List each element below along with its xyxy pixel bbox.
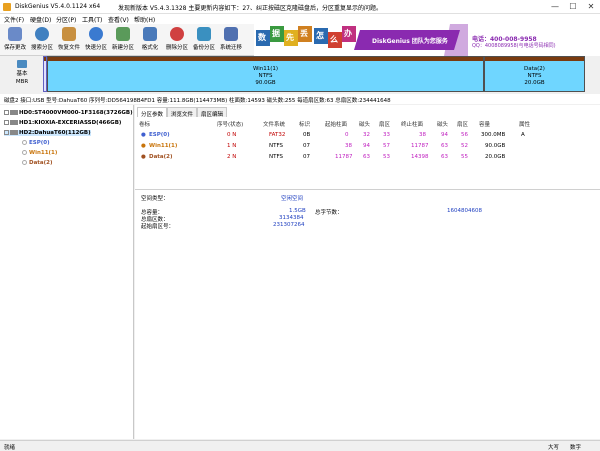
new-partition-icon [116, 27, 130, 41]
collapse-icon[interactable] [4, 130, 9, 135]
table-row[interactable]: ● Win11(1) 1 N NTFS 07 38 94 57 11787 63… [139, 142, 597, 151]
menu-partition[interactable]: 分区(P) [56, 15, 76, 24]
num-indicator: 数字 [570, 445, 582, 451]
new-partition-button[interactable]: 新建分区 [110, 26, 136, 54]
banner-qq: QQ：4008089958(与电话号码相同) [472, 43, 556, 49]
table-row[interactable]: ● ESP(0) 0 N FAT32 0B 0 32 33 38 94 56 3… [139, 131, 597, 140]
banner-char-2: 据 [272, 29, 280, 38]
caps-indicator: 大写 [548, 445, 560, 451]
tab-partition-params[interactable]: 分区参数 [137, 107, 168, 118]
update-notice[interactable]: 发现新版本 V5.4.3.1328 主要更新内容如下：27、纠正按磁区克隆磁盘后… [118, 3, 382, 12]
table-row[interactable]: ● Data(2) 2 N NTFS 07 11787 63 53 14398 … [139, 153, 597, 162]
partition-bar-data[interactable]: Data(2) NTFS 20.0GB [484, 56, 585, 92]
maximize-button[interactable]: ☐ [564, 0, 582, 14]
table-header: 卷标 序号(状态) 文件系统 标识 起始柱面 磁头 扇区 终止柱面 磁头 扇区 … [139, 122, 531, 128]
quick-partition-button[interactable]: 快速分区 [83, 26, 109, 54]
status-text: 就绪 [4, 445, 16, 451]
tree-item-win11[interactable]: Win11(1) [22, 150, 57, 156]
banner-char-4: 丢 [300, 29, 308, 38]
banner-char-1: 数 [258, 33, 266, 42]
tree-item-data[interactable]: Data(2) [22, 160, 52, 166]
title-bar: DiskGenius V5.4.0.1124 x64 发现新版本 V5.4.3.… [0, 0, 600, 14]
tab-sector-edit[interactable]: 扇区编辑 [197, 107, 228, 118]
quick-partition-icon [89, 27, 103, 41]
menu-file[interactable]: 文件(F) [4, 15, 24, 24]
partition-bar-win11[interactable]: Win11(1) NTFS 90.0GB [47, 56, 484, 92]
menu-tools[interactable]: 工具(T) [82, 15, 102, 24]
part-icon: ● [141, 143, 146, 149]
part-icon: ● [141, 154, 146, 160]
disk-icon [10, 130, 18, 135]
tree-item-hd2[interactable]: HD2:DahuaT60(112GB) [4, 130, 91, 136]
disk-tree: HD0:ST4000VM000-1F3168(3726GB) HD1:KIOXI… [0, 105, 134, 439]
table-divider [135, 189, 600, 190]
disk-type-icon [17, 60, 27, 68]
backup-partition-icon [197, 27, 211, 41]
tree-item-esp[interactable]: ESP(0) [22, 140, 50, 146]
close-button[interactable]: ✕ [582, 0, 600, 14]
tree-item-hd1[interactable]: HD1:KIOXIA-EXCERIASSD(466GB) [4, 120, 121, 126]
recover-file-icon [62, 27, 76, 41]
disk-icon [10, 110, 18, 115]
menu-view[interactable]: 查看(V) [108, 15, 129, 24]
app-title: DiskGenius V5.4.0.1124 x64 [15, 3, 101, 10]
menu-disk[interactable]: 硬盘(D) [30, 15, 51, 24]
system-migrate-icon [224, 27, 238, 41]
disk-map: 基本 MBR Win11(1) NTFS 90.0GB Data(2) NTFS… [0, 56, 600, 94]
banner-char-3: 先 [286, 33, 294, 42]
delete-partition-button[interactable]: 删除分区 [164, 26, 190, 54]
banner-slogan: DiskGenius 团队为您服务 [372, 38, 448, 45]
expand-icon[interactable] [4, 120, 9, 125]
app-icon [3, 3, 11, 11]
format-icon [143, 27, 157, 41]
partition-icon [22, 160, 27, 165]
partition-panel: 分区参数 浏览文件 扇区编辑 卷标 序号(状态) 文件系统 标识 起始柱面 磁头… [135, 105, 600, 439]
backup-partition-button[interactable]: 备份分区 [191, 26, 217, 54]
status-bar: 就绪 大写 数字 [0, 440, 600, 451]
menu-bar: 文件(F) 硬盘(D) 分区(P) 工具(T) 查看(V) 帮助(H) [0, 14, 600, 24]
recover-file-button[interactable]: 恢复文件 [56, 26, 82, 54]
delete-partition-icon [170, 27, 184, 41]
format-button[interactable]: 格式化 [137, 26, 163, 54]
banner-char-7: 办 [344, 29, 352, 38]
partition-icon [22, 140, 27, 145]
expand-icon[interactable] [4, 110, 9, 115]
promo-banner[interactable]: 数 据 先 丢 怎 么 办 DiskGenius 团队为您服务 电话：400-0… [254, 24, 600, 56]
partition-icon [22, 150, 27, 155]
tree-item-hd0[interactable]: HD0:ST4000VM000-1F3168(3726GB) [4, 110, 133, 116]
search-partition-icon [35, 27, 49, 41]
minimize-button[interactable]: — [546, 0, 564, 14]
disk-icon [10, 120, 18, 125]
banner-char-5: 怎 [316, 31, 324, 40]
disk-type-label: 基本 MBR [6, 60, 38, 86]
save-changes-button[interactable]: 保存更改 [2, 26, 28, 54]
save-icon [8, 27, 22, 41]
system-migrate-button[interactable]: 系统迁移 [218, 26, 244, 54]
part-icon: ● [141, 132, 146, 138]
search-partition-button[interactable]: 搜索分区 [29, 26, 55, 54]
menu-help[interactable]: 帮助(H) [134, 15, 155, 24]
banner-char-6: 么 [330, 35, 338, 44]
tab-browse-files[interactable]: 浏览文件 [167, 107, 198, 118]
disk-info-bar: 磁盘2 接口:USB 型号:DahuaT60 序列号:DD564198B4FD1… [0, 94, 600, 104]
